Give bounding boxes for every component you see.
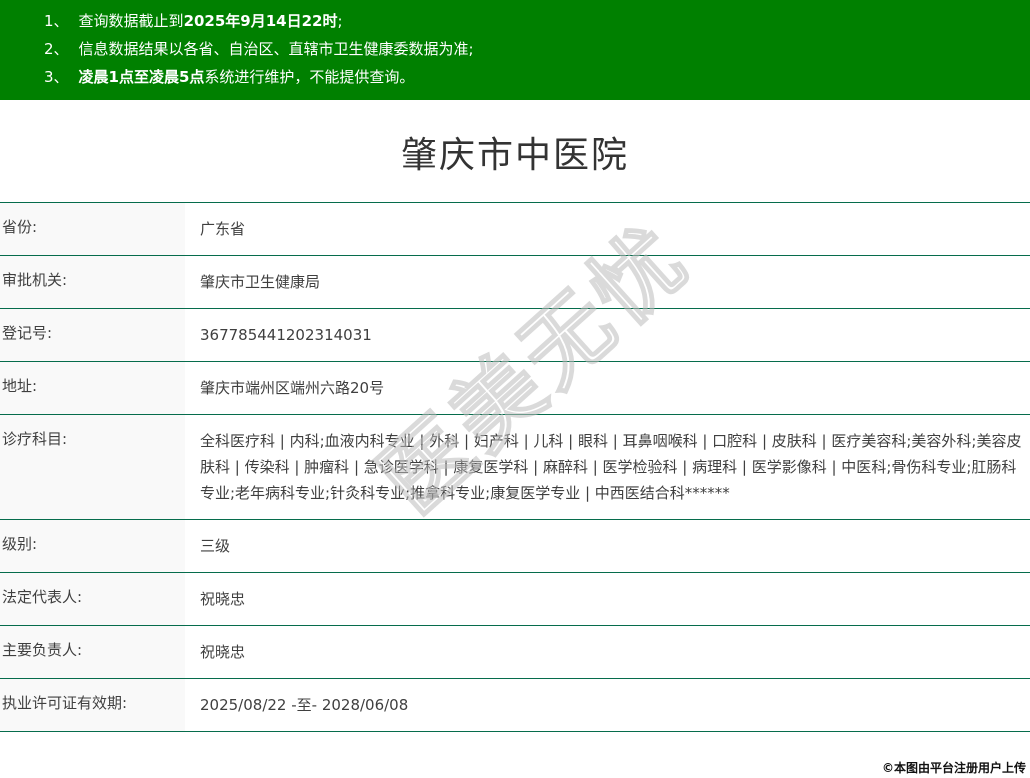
table-row-main-person-in-charge: 主要负责人: 祝晓忠 — [0, 626, 1030, 679]
notice-number: 2、 — [44, 40, 69, 58]
notice-line-3: 3、凌晨1点至凌晨5点系统进行维护，不能提供查询。 — [0, 63, 1030, 91]
table-row-medical-departments: 诊疗科目: 全科医疗科 | 内科;血液内科专业 | 外科 | 妇产科 | 儿科 … — [0, 415, 1030, 520]
row-value: 肇庆市卫生健康局 — [185, 256, 1030, 308]
upload-credit-text: ©本图由平台注册用户上传 — [882, 759, 1026, 776]
notice-line-2: 2、信息数据结果以各省、自治区、直辖市卫生健康委数据为准; — [0, 35, 1030, 63]
notice-line-1: 1、查询数据截止到2025年9月14日22时; — [0, 7, 1030, 35]
row-label: 法定代表人: — [0, 573, 185, 625]
notice-text: 信息数据结果以各省、自治区、直辖市卫生健康委数据为准; — [79, 40, 474, 58]
notice-text: 查询数据截止到 — [79, 12, 184, 30]
notice-text-bold: 2025年9月14日22时 — [184, 12, 338, 30]
row-label: 审批机关: — [0, 256, 185, 308]
hospital-title: 肇庆市中医院 — [0, 126, 1030, 178]
notice-number: 1、 — [44, 12, 69, 30]
row-value: 2025/08/22 -至- 2028/06/08 — [185, 679, 1030, 731]
notice-text: 系统进行维护，不能提供查询。 — [204, 68, 414, 86]
row-label: 登记号: — [0, 309, 185, 361]
row-value: 祝晓忠 — [185, 573, 1030, 625]
table-row-registration-number: 登记号: 367785441202314031 — [0, 309, 1030, 362]
row-label: 诊疗科目: — [0, 415, 185, 519]
table-row-address: 地址: 肇庆市端州区端州六路20号 — [0, 362, 1030, 415]
table-row-approval-authority: 审批机关: 肇庆市卫生健康局 — [0, 256, 1030, 309]
row-label: 级别: — [0, 520, 185, 572]
row-value: 367785441202314031 — [185, 309, 1030, 361]
notice-banner: 1、查询数据截止到2025年9月14日22时; 2、信息数据结果以各省、自治区、… — [0, 0, 1030, 100]
hospital-info-table: 省份: 广东省 审批机关: 肇庆市卫生健康局 登记号: 367785441202… — [0, 202, 1030, 732]
row-label: 地址: — [0, 362, 185, 414]
table-row-province: 省份: 广东省 — [0, 203, 1030, 256]
row-value: 祝晓忠 — [185, 626, 1030, 678]
row-label: 主要负责人: — [0, 626, 185, 678]
notice-text: ; — [338, 12, 343, 30]
table-row-level: 级别: 三级 — [0, 520, 1030, 573]
row-value: 肇庆市端州区端州六路20号 — [185, 362, 1030, 414]
row-label: 省份: — [0, 203, 185, 255]
query-result-page: 1、查询数据截止到2025年9月14日22时; 2、信息数据结果以各省、自治区、… — [0, 0, 1030, 778]
row-value: 广东省 — [185, 203, 1030, 255]
row-label: 执业许可证有效期: — [0, 679, 185, 731]
table-row-legal-representative: 法定代表人: 祝晓忠 — [0, 573, 1030, 626]
notice-text-bold: 凌晨1点至凌晨5点 — [79, 68, 205, 86]
row-value: 三级 — [185, 520, 1030, 572]
row-value: 全科医疗科 | 内科;血液内科专业 | 外科 | 妇产科 | 儿科 | 眼科 |… — [185, 415, 1030, 519]
table-row-license-validity: 执业许可证有效期: 2025/08/22 -至- 2028/06/08 — [0, 679, 1030, 732]
notice-number: 3、 — [44, 68, 69, 86]
